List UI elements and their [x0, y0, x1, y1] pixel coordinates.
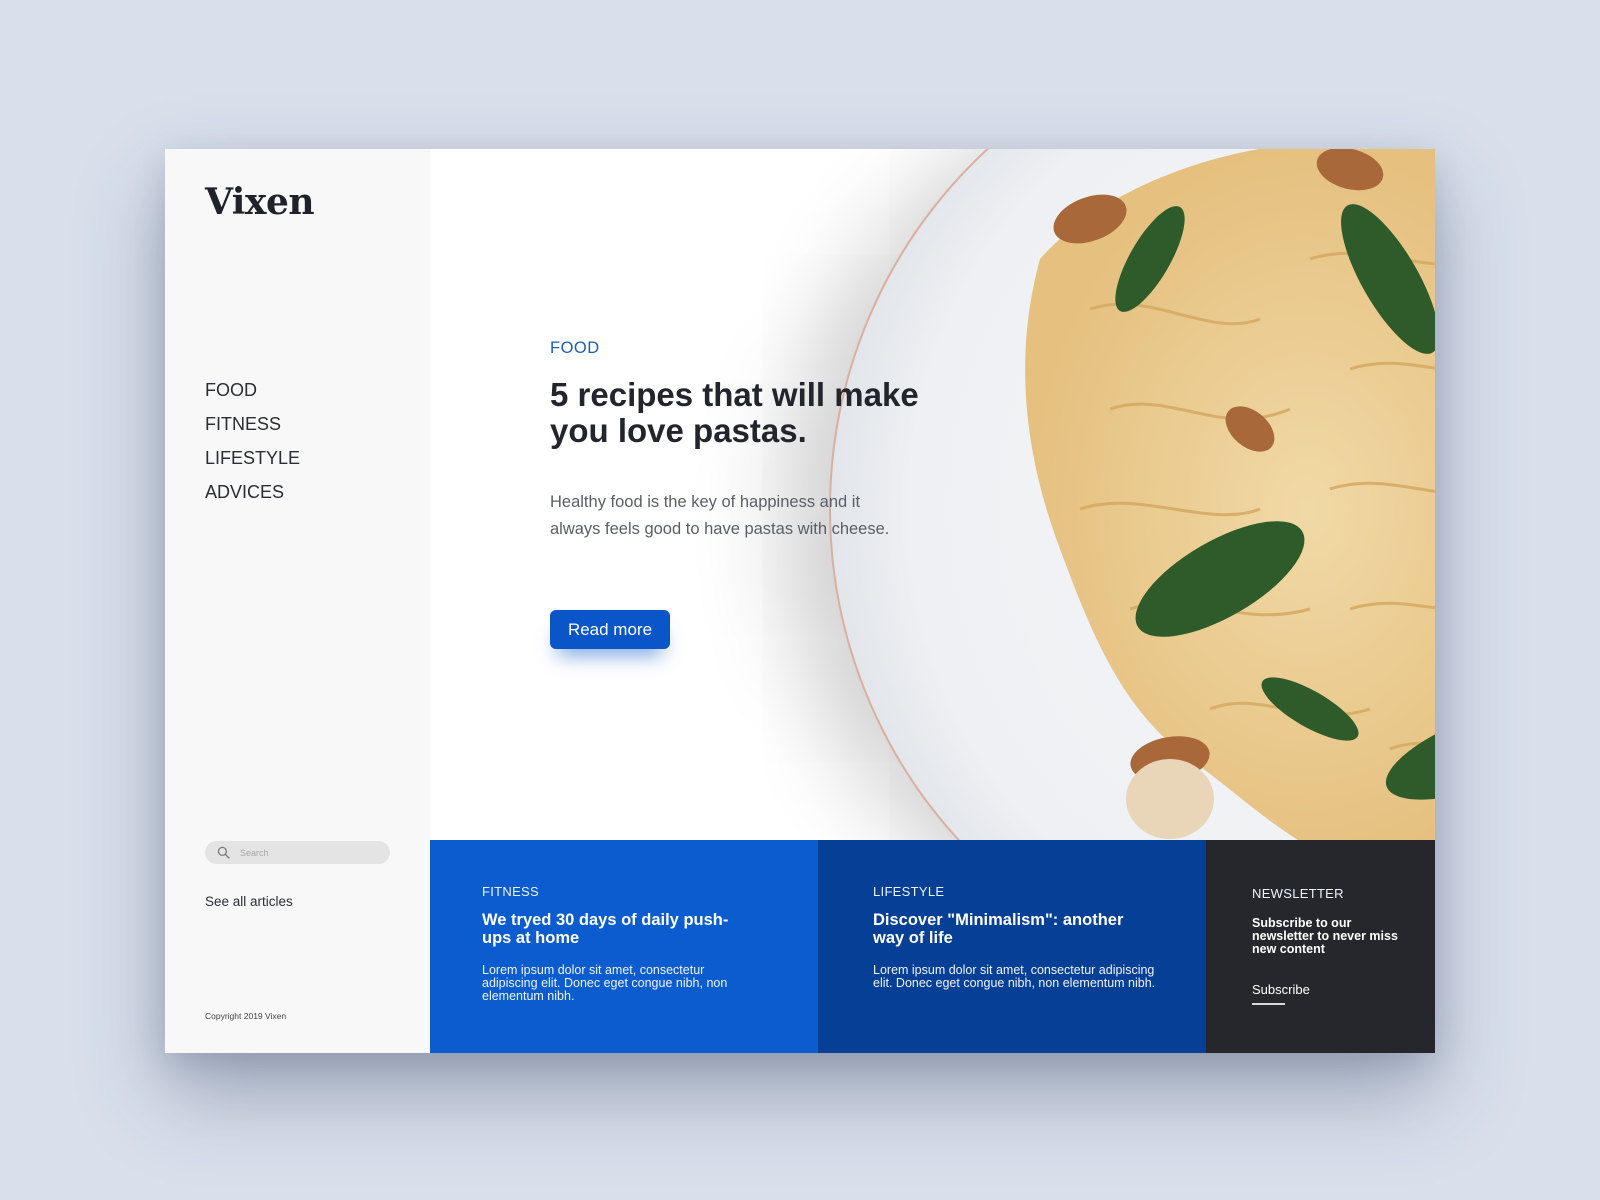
nav-item-fitness[interactable]: FITNESS: [205, 407, 300, 441]
newsletter-heading: NEWSLETTER: [1252, 886, 1344, 901]
card-body: Lorem ipsum dolor sit amet, consectetur …: [873, 963, 1156, 990]
card-category: FITNESS: [482, 884, 539, 899]
subscribe-link[interactable]: Subscribe: [1252, 982, 1310, 1003]
card-title[interactable]: Discover "Minimalism": another way of li…: [873, 911, 1158, 947]
search-icon: [217, 846, 230, 859]
hero-title: 5 recipes that will make you love pastas…: [550, 376, 919, 449]
hero-category[interactable]: FOOD: [550, 339, 600, 358]
logo[interactable]: Vixen: [205, 181, 315, 223]
nav-item-lifestyle[interactable]: LIFESTYLE: [205, 441, 300, 475]
read-more-button[interactable]: Read more: [550, 610, 670, 649]
newsletter-text: Subscribe to our newsletter to never mis…: [1252, 916, 1398, 956]
hero-section: FOOD 5 recipes that will make you love p…: [430, 149, 1435, 840]
subscribe-underline: [1252, 1003, 1285, 1005]
main-nav: FOOD FITNESS LIFESTYLE ADVICES: [205, 373, 300, 509]
fitness-card[interactable]: FITNESS We tryed 30 days of daily push-u…: [430, 840, 818, 1053]
hero-description: Healthy food is the key of happiness and…: [550, 493, 890, 538]
page-frame: Vixen FOOD FITNESS LIFESTYLE ADVICES See…: [165, 149, 1435, 1053]
lifestyle-card[interactable]: LIFESTYLE Discover "Minimalism": another…: [818, 840, 1206, 1053]
card-body: Lorem ipsum dolor sit amet, consectetur …: [482, 963, 728, 1003]
newsletter-card: NEWSLETTER Subscribe to our newsletter t…: [1206, 840, 1435, 1053]
see-all-articles-link[interactable]: See all articles: [205, 894, 293, 909]
nav-item-food[interactable]: FOOD: [205, 373, 300, 407]
search-bar[interactable]: [205, 841, 390, 864]
copyright-text: Copyright 2019 Vixen: [205, 1011, 287, 1021]
search-input[interactable]: [240, 847, 380, 858]
sidebar: Vixen FOOD FITNESS LIFESTYLE ADVICES See…: [165, 149, 430, 1053]
card-category: LIFESTYLE: [873, 884, 945, 899]
card-title[interactable]: We tryed 30 days of daily push-ups at ho…: [482, 911, 742, 947]
nav-item-advices[interactable]: ADVICES: [205, 475, 300, 509]
